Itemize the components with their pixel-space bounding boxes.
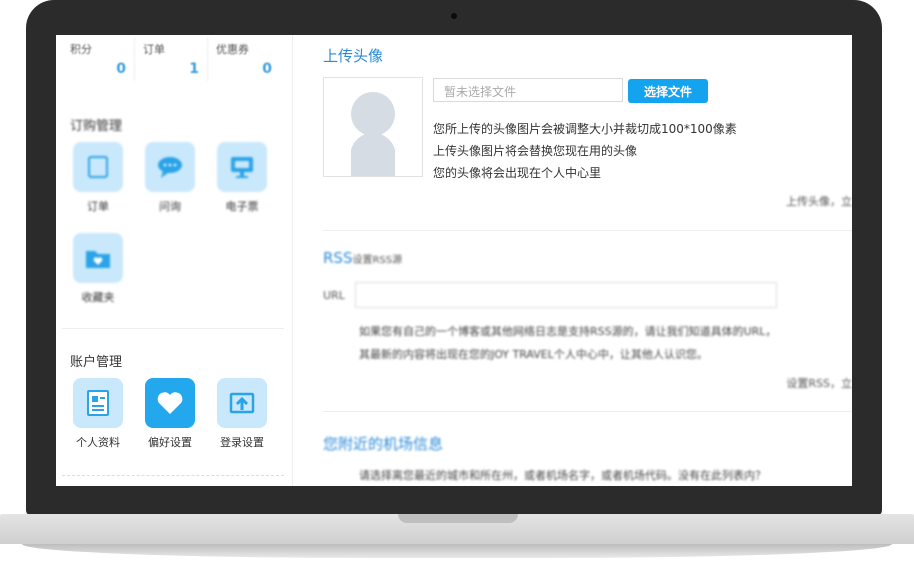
- file-name-input[interactable]: 暂未选择文件: [433, 78, 623, 102]
- sidebar-item-label: 偏好设置: [148, 436, 192, 449]
- sidebar-item-orders[interactable]: 订单: [70, 142, 126, 214]
- sidebar-item-label: 收藏夹: [81, 291, 115, 304]
- choose-file-button[interactable]: 选择文件: [628, 79, 708, 103]
- sidebar-item-label: 登录设置: [220, 436, 264, 449]
- order-icon: [88, 156, 108, 178]
- laptop-base-shadow: [22, 544, 892, 558]
- sidebar-item-label: 订单: [87, 200, 109, 213]
- stat-value: 0: [116, 61, 126, 77]
- rss-paragraph-line: 其最新的内容将出现在您的JOY TRAVEL个人中心中，让其他人认识您。: [359, 348, 708, 361]
- rss-paragraph-line: 如果您有自己的一个博客或其他网络日志是支持RSS源的，请让我们知道具体的URL，: [359, 325, 777, 338]
- sidebar-item-favorites[interactable]: 收藏夹: [70, 233, 126, 305]
- avatar-section-title: 上传头像: [323, 47, 384, 65]
- sidebar-item-profile[interactable]: 个人资料: [70, 378, 126, 450]
- upload-icon-box: [217, 378, 267, 428]
- monitor-icon-box: [217, 142, 267, 192]
- camera-dot: [451, 13, 457, 19]
- rss-section-title: RSS设置RSS源: [323, 249, 402, 267]
- favorites-folder-icon: [86, 251, 110, 268]
- avatar-info-line: 您的头像将会出现在个人中心里: [433, 166, 602, 180]
- stat-label: 优惠券: [216, 43, 249, 56]
- heart-icon-box: [145, 378, 195, 428]
- upload-icon: [229, 392, 255, 414]
- order-management-title: 订购管理: [70, 119, 123, 134]
- rss-title: RSS: [323, 249, 353, 267]
- stats-bar: 积分 0 订单 1 优惠券 0: [62, 37, 280, 81]
- heart-icon: [157, 392, 183, 414]
- airport-section-title: 您附近的机场信息: [323, 435, 444, 453]
- upload-avatar-link[interactable]: 上传头像，立: [786, 193, 852, 209]
- rss-subtitle: 设置RSS源: [352, 255, 403, 266]
- section-divider: [323, 230, 852, 231]
- order-icon-box: [73, 142, 123, 192]
- sidebar-divider: [62, 328, 284, 329]
- profile-icon: [87, 390, 109, 416]
- stat-label: 积分: [70, 43, 92, 56]
- stat-value: 1: [189, 61, 199, 77]
- airport-paragraph: 请选择离您最近的城市和所在州，或者机场名字，或者机场代码。没有在此列表内？: [359, 469, 766, 482]
- stat-coupons[interactable]: 优惠券 0: [208, 37, 280, 81]
- sidebar-item-eticket[interactable]: 电子票: [214, 142, 270, 214]
- avatar-info-line: 上传头像图片将会替换您现在用的头像: [433, 144, 638, 158]
- profile-icon-box: [73, 378, 123, 428]
- set-rss-link[interactable]: 设置RSS，立: [786, 375, 852, 391]
- sidebar-item-preferences[interactable]: 偏好设置: [142, 378, 198, 450]
- chat-icon: [158, 157, 182, 178]
- stat-label: 订单: [143, 43, 165, 56]
- sidebar-divider-dashed: [62, 475, 284, 476]
- sidebar: 积分 0 订单 1 优惠券 0 订购管理 订单 问询 电子票 收藏夹 账户管理 …: [56, 35, 293, 486]
- stat-value: 0: [262, 61, 272, 77]
- section-divider: [323, 411, 852, 412]
- sidebar-item-label: 问询: [159, 200, 181, 213]
- laptop-hinge-notch: [398, 514, 518, 523]
- rss-url-input[interactable]: [355, 282, 777, 308]
- stat-orders[interactable]: 订单 1: [135, 37, 208, 81]
- monitor-icon: [231, 157, 253, 178]
- chat-icon-box: [145, 142, 195, 192]
- avatar-info-line: 您所上传的头像图片会被调整大小并裁切成100*100像素: [433, 122, 737, 136]
- stat-points[interactable]: 积分 0: [62, 37, 135, 81]
- screen: 积分 0 订单 1 优惠券 0 订购管理 订单 问询 电子票 收藏夹 账户管理 …: [56, 35, 852, 486]
- sidebar-item-label: 电子票: [225, 200, 259, 213]
- account-management-title: 账户管理: [70, 355, 123, 370]
- avatar-preview: [323, 77, 423, 177]
- sidebar-item-login-settings[interactable]: 登录设置: [214, 378, 270, 450]
- avatar-placeholder-icon: [351, 92, 395, 176]
- url-label: URL: [323, 289, 345, 302]
- sidebar-item-inquiry[interactable]: 问询: [142, 142, 198, 214]
- favorites-icon-box: [73, 233, 123, 283]
- main-content: 上传头像 暂未选择文件 选择文件 您所上传的头像图片会被调整大小并裁切成100*…: [293, 35, 852, 486]
- sidebar-item-label: 个人资料: [76, 436, 120, 449]
